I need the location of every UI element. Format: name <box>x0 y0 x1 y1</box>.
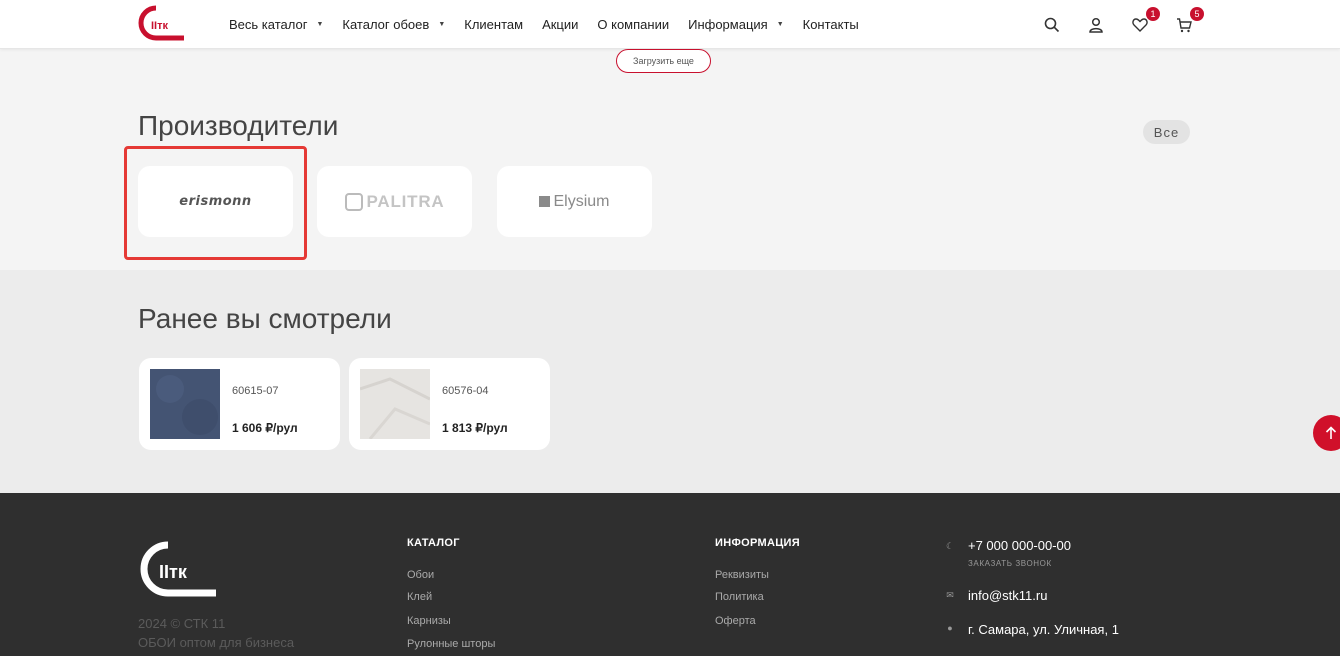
elysium-logo: Elysium <box>553 192 610 210</box>
selection-highlight <box>124 146 307 260</box>
header-actions: 1 5 <box>1018 0 1204 49</box>
site-header: IIтк Весь каталог ▼ Каталог обоев ▼ Клиент… <box>0 0 1340 49</box>
footer-copyright: 2024 © СТК 11 <box>138 616 226 631</box>
viewed-product-card[interactable]: 60576-04 1 813 ₽/рул <box>349 358 550 450</box>
cart-icon[interactable]: 5 <box>1174 6 1204 35</box>
manufacturers-title: Производители <box>138 110 339 141</box>
load-more-button[interactable]: Загрузить еще <box>616 49 711 73</box>
favorites-icon[interactable]: 1 <box>1130 6 1160 35</box>
footer-phone[interactable]: +7 000 000-00-00 <box>968 538 1071 553</box>
footer-link-policy[interactable]: Политика <box>715 591 764 603</box>
favorites-badge: 1 <box>1146 6 1160 21</box>
footer-link-roller-blinds[interactable]: Рулонные шторы <box>407 638 495 650</box>
elysium-logo-mark <box>539 196 551 207</box>
order-callback-link[interactable]: ЗАКАЗАТЬ ЗВОНОК <box>968 559 1052 568</box>
svg-text:IIтк: IIтк <box>151 20 168 32</box>
footer-tagline: ОБОИ оптом для бизнеса <box>138 635 295 650</box>
mail-icon: ✉ <box>946 589 954 600</box>
footer-link-offer[interactable]: Оферта <box>715 615 756 627</box>
product-thumbnail <box>150 369 220 439</box>
user-icon[interactable] <box>1086 15 1106 35</box>
main-nav: Весь каталог ▼ Каталог обоев ▼ Клиентам Ак… <box>229 0 878 49</box>
nav-all-catalog[interactable]: Весь каталог ▼ <box>229 17 323 32</box>
nav-clients[interactable]: Клиентам <box>464 17 523 32</box>
location-pin-icon: ● <box>947 623 953 633</box>
product-price: 1 813 ₽/рул <box>442 421 508 435</box>
product-thumbnail <box>360 369 430 439</box>
stk-footer-logo[interactable]: IIтк <box>138 540 218 598</box>
footer-email[interactable]: info@stk11.ru <box>968 588 1047 603</box>
footer-info-title: ИНФОРМАЦИЯ <box>715 537 800 549</box>
caret-down-icon: ▼ <box>316 21 324 28</box>
brand-card-elysium[interactable]: Elysium <box>497 166 652 237</box>
footer-address: г. Самара, ул. Уличная, 1 <box>968 622 1119 637</box>
stk-logo[interactable]: IIтк <box>138 5 186 41</box>
all-manufacturers-button[interactable]: Все <box>1143 120 1190 144</box>
nav-about[interactable]: О компании <box>597 17 669 32</box>
nav-contacts[interactable]: Контакты <box>803 17 859 32</box>
brand-card-palitra[interactable]: PALITRA <box>317 166 472 237</box>
nav-promotions[interactable]: Акции <box>542 17 578 32</box>
footer-catalog-title: КАТАЛОГ <box>407 537 460 549</box>
svg-text:IIтк: IIтк <box>159 562 188 582</box>
viewed-title: Ранее вы смотрели <box>138 303 392 334</box>
footer-link-cornices[interactable]: Карнизы <box>407 615 451 627</box>
product-price: 1 606 ₽/рул <box>232 421 298 435</box>
footer-link-requisites[interactable]: Реквизиты <box>715 569 769 581</box>
site-footer: IIтк 2024 © СТК 11 ОБОИ оптом для бизнес… <box>0 493 1340 656</box>
phone-icon: ☾ <box>945 540 955 551</box>
palitra-logo: PALITRA <box>366 191 445 211</box>
nav-wallpaper-catalog[interactable]: Каталог обоев ▼ <box>342 17 445 32</box>
product-sku: 60615-07 <box>232 385 279 397</box>
arrow-up-icon <box>1325 426 1337 439</box>
search-icon[interactable] <box>1042 15 1062 35</box>
product-sku: 60576-04 <box>442 385 489 397</box>
cart-badge: 5 <box>1190 6 1204 21</box>
viewed-product-card[interactable]: 60615-07 1 606 ₽/рул <box>139 358 340 450</box>
palitra-logo-mark <box>344 192 363 211</box>
nav-information[interactable]: Информация ▼ <box>688 17 784 32</box>
caret-down-icon: ▼ <box>438 21 446 28</box>
footer-link-glue[interactable]: Клей <box>407 591 432 603</box>
caret-down-icon: ▼ <box>776 21 784 28</box>
footer-link-wallpaper[interactable]: Обои <box>407 569 434 581</box>
